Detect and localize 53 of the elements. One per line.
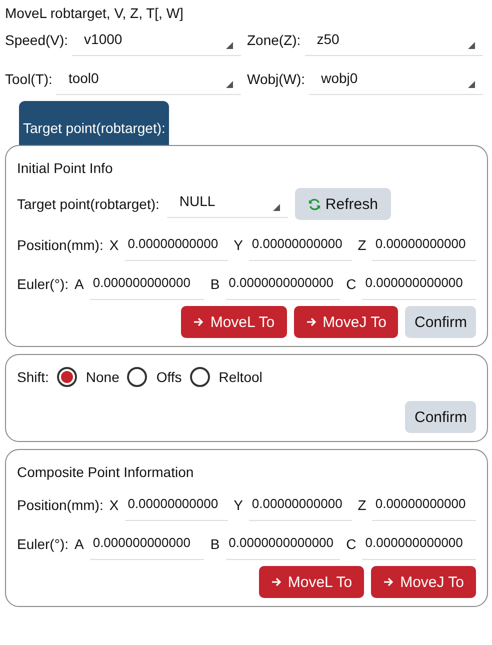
input-field[interactable]: 0.0000000000000 xyxy=(226,271,340,300)
field-label: Position(mm): xyxy=(17,497,104,515)
field-label: Euler(°): xyxy=(17,536,68,554)
input-field[interactable]: 0.00000000000 xyxy=(372,232,476,261)
input-field[interactable]: 0.00000000000 xyxy=(248,492,352,521)
axis-label: Y xyxy=(234,497,243,515)
axis-label: Y xyxy=(234,237,243,255)
radio-label: None xyxy=(86,369,120,385)
axis-label: B xyxy=(210,536,220,554)
tab[interactable]: Target point(robtarget): xyxy=(19,101,170,145)
field-label: Shift: xyxy=(17,369,49,385)
field-label: Euler(°): xyxy=(17,276,68,294)
dropdown-value[interactable]: wobj0 xyxy=(309,68,483,86)
input-field[interactable]: 0.000000000000 xyxy=(362,271,476,300)
axis-label: Z xyxy=(358,237,366,255)
dropdown-value[interactable]: NULL xyxy=(167,190,288,208)
input-field[interactable]: 0.00000000000 xyxy=(124,232,228,261)
input-field[interactable]: 0.00000000000 xyxy=(372,492,476,521)
input-field[interactable]: 0.00000000000 xyxy=(248,232,352,261)
dropdown-value[interactable]: v1000 xyxy=(72,29,241,47)
instruction-title: MoveL robtarget, V, Z, T[, W] xyxy=(4,4,184,21)
axis-label: B xyxy=(210,276,220,294)
axis-label: Z xyxy=(358,497,366,515)
field-label: Wobj(W): xyxy=(247,71,306,89)
move-button[interactable]: MoveJ To xyxy=(294,306,398,338)
axis-label: X xyxy=(109,237,119,255)
radio-label: Offs xyxy=(156,369,182,385)
move-button[interactable]: MoveL To xyxy=(258,566,364,598)
field-label: Zone(Z): xyxy=(247,32,301,50)
dropdown-value[interactable]: tool0 xyxy=(56,68,241,86)
field-label: Speed(V): xyxy=(5,32,68,50)
move-button[interactable]: MoveJ To xyxy=(371,566,476,598)
axis-label: C xyxy=(346,276,356,294)
input-field[interactable]: 0.000000000000 xyxy=(90,271,204,300)
refresh-button[interactable]: Refresh xyxy=(295,188,391,220)
section-title: Composite Point Information xyxy=(17,464,195,480)
field-label: Target point(robtarget): xyxy=(17,196,160,212)
section-title: Initial Point Info xyxy=(17,160,114,176)
axis-label: A xyxy=(74,276,84,294)
input-field[interactable]: 0.0000000000000 xyxy=(226,531,340,560)
axis-label: X xyxy=(109,497,119,515)
move-button[interactable]: MoveL To xyxy=(181,306,287,338)
input-field[interactable]: 0.000000000000 xyxy=(90,531,204,560)
axis-label: C xyxy=(346,536,356,554)
confirm-button[interactable]: Confirm xyxy=(405,401,476,433)
radio-label: Reltool xyxy=(218,369,262,385)
input-field[interactable]: 0.00000000000 xyxy=(124,492,228,521)
confirm-button[interactable]: Confirm xyxy=(405,306,476,338)
dropdown-value[interactable]: z50 xyxy=(304,29,483,47)
field-label: Position(mm): xyxy=(17,237,104,255)
field-label: Tool(T): xyxy=(5,71,52,89)
input-field[interactable]: 0.000000000000 xyxy=(362,531,476,560)
axis-label: A xyxy=(74,536,84,554)
